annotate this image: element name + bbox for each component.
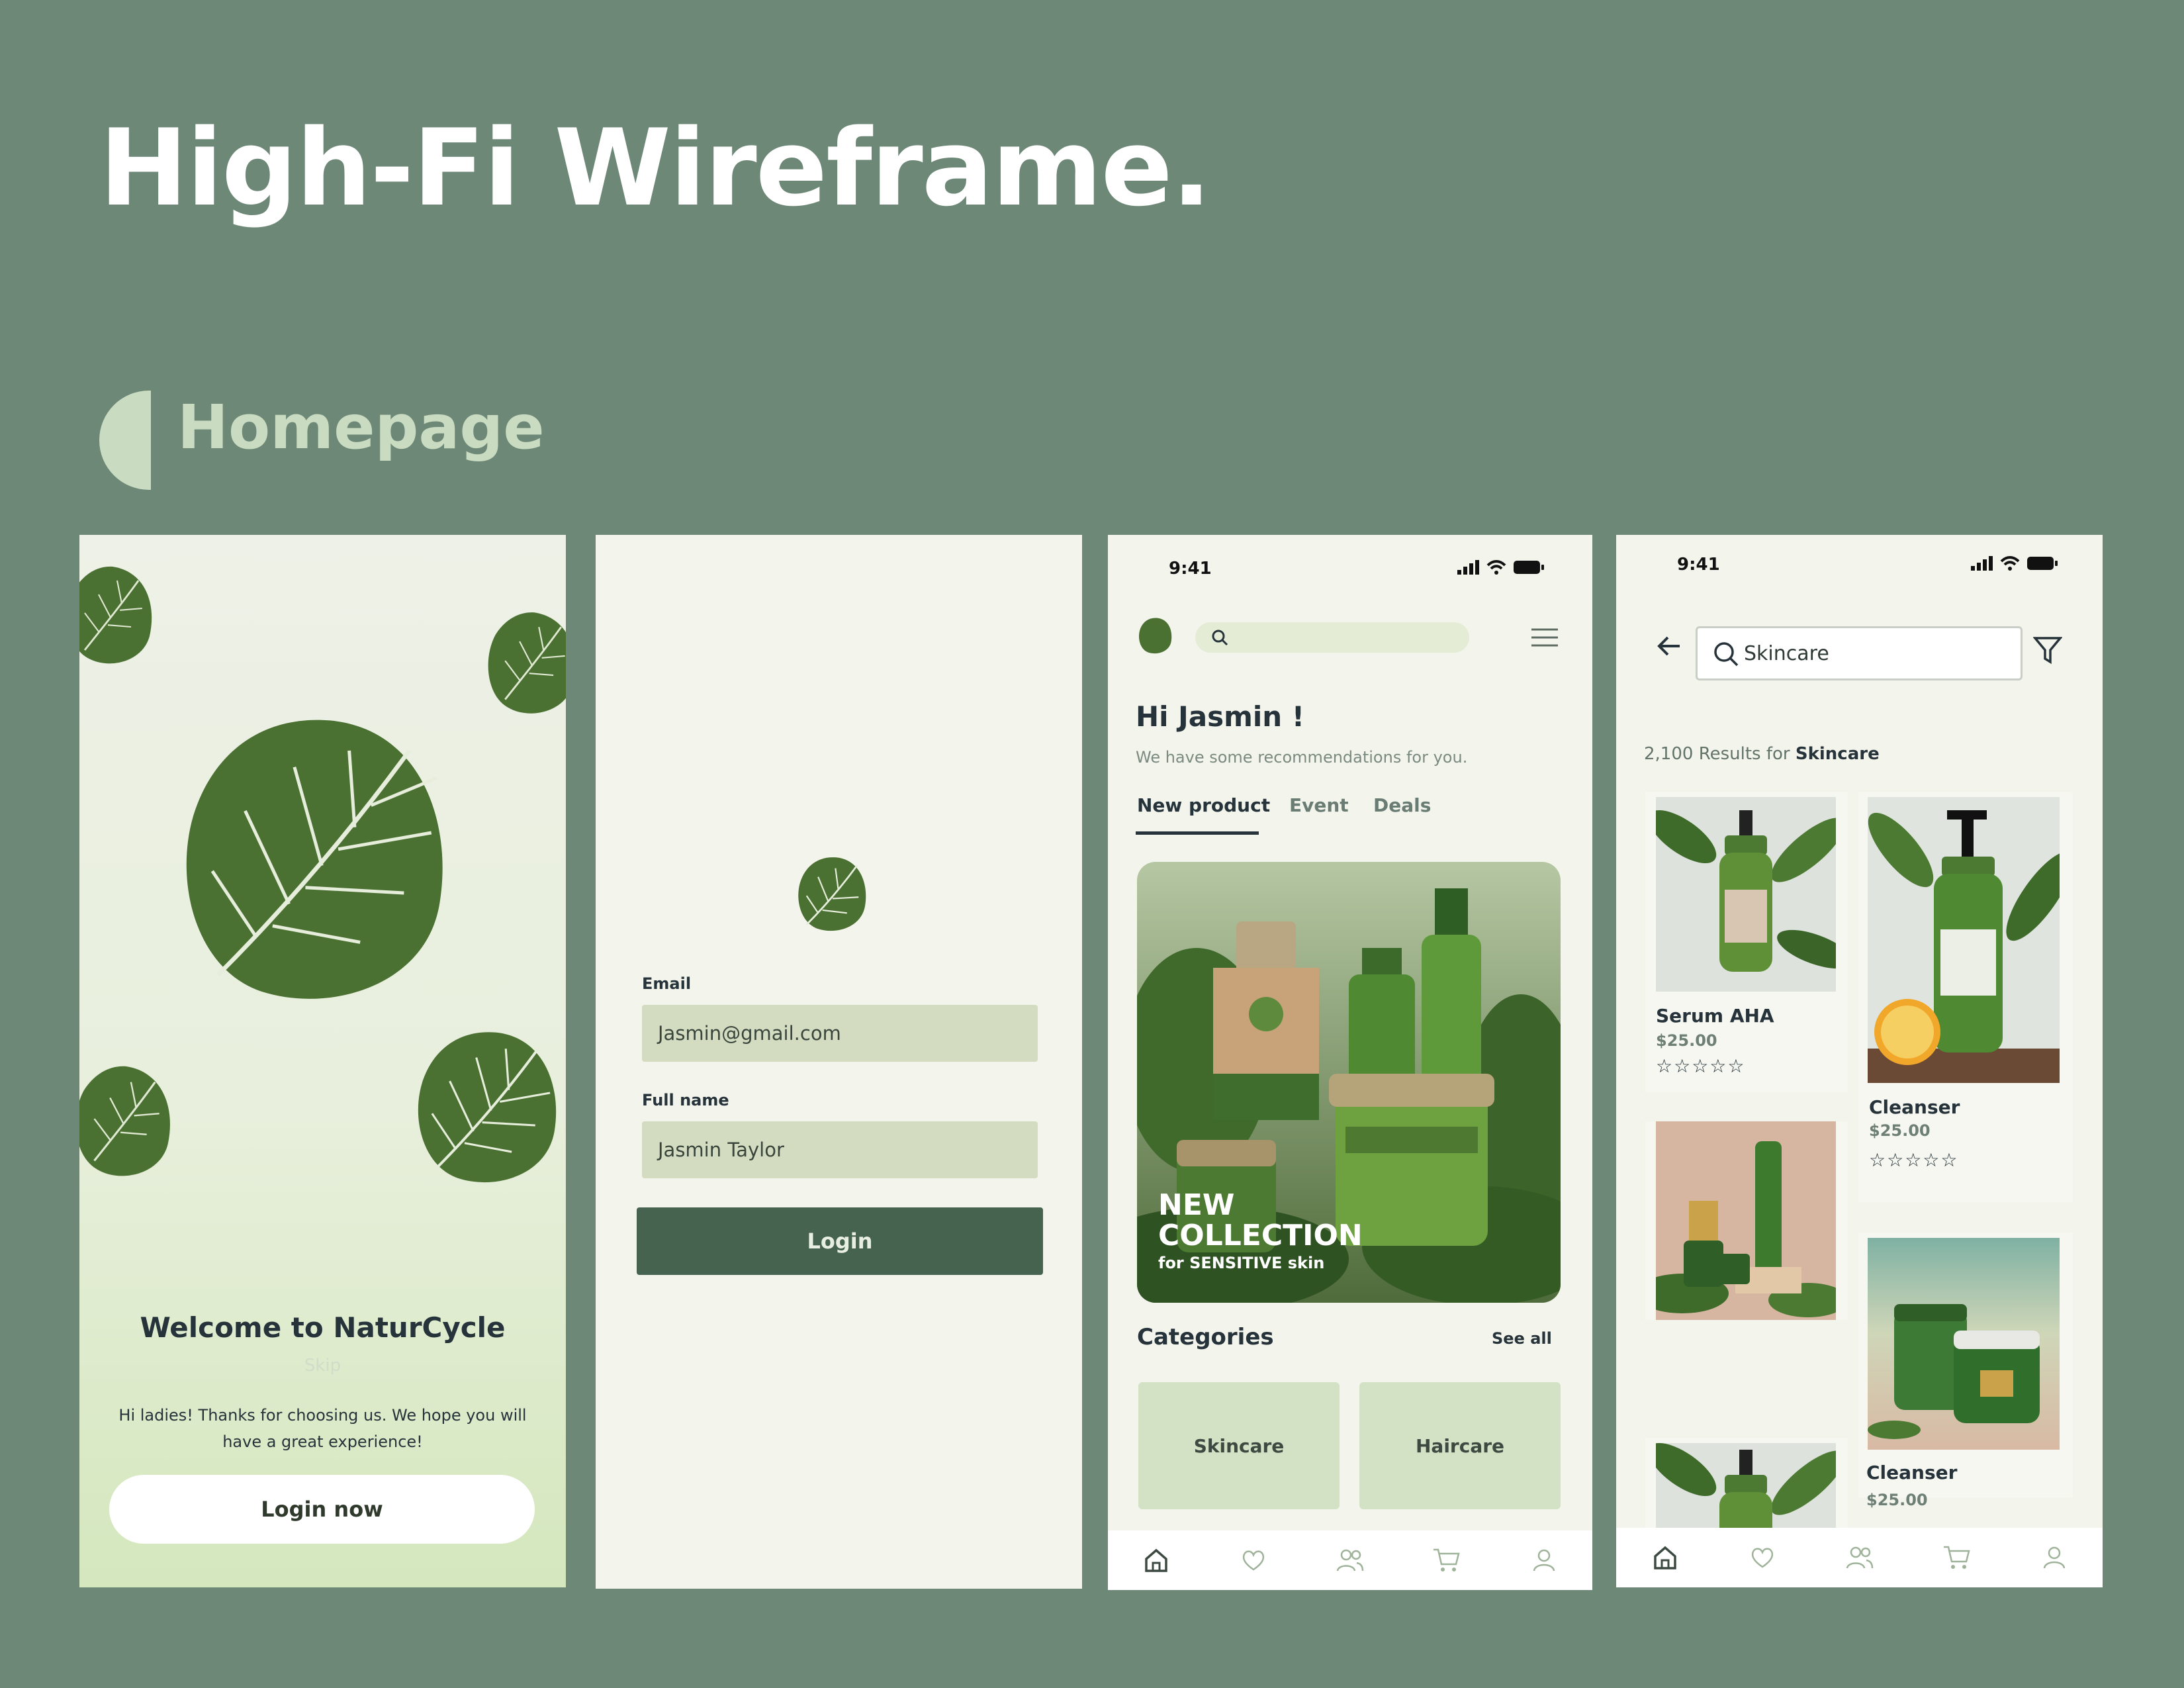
tab-event[interactable]: Event <box>1289 794 1349 816</box>
email-label: Email <box>642 974 692 993</box>
welcome-title: Welcome to NaturCycle <box>140 1311 506 1344</box>
rating-stars[interactable]: ☆☆☆☆☆ <box>1656 1055 1746 1077</box>
leaf-icon <box>488 612 566 714</box>
rating-stars[interactable]: ☆☆☆☆☆ <box>1869 1149 1959 1171</box>
tab-deals[interactable]: Deals <box>1373 794 1431 816</box>
wifi-icon <box>2000 556 2020 571</box>
full-name-label: Full name <box>642 1091 729 1109</box>
profile-icon[interactable] <box>2037 1540 2071 1575</box>
category-skincare[interactable]: Skincare <box>1138 1382 1340 1509</box>
search-bar[interactable] <box>1195 622 1469 653</box>
product-card[interactable]: Cleanser $25.00 ☆☆☆☆☆ <box>1858 792 2073 1202</box>
category-haircare[interactable]: Haircare <box>1359 1382 1561 1509</box>
active-tab-indicator <box>1136 831 1259 835</box>
search-icon <box>1714 642 1739 667</box>
leaf-icon <box>418 1032 557 1183</box>
product-card[interactable] <box>1645 1121 1848 1320</box>
home-icon[interactable] <box>1648 1540 1682 1575</box>
search-input[interactable]: Skincare <box>1696 626 2023 680</box>
results-count: 2,100 Results for Skincare <box>1644 744 1880 764</box>
signal-icon <box>1457 560 1479 575</box>
status-icons <box>1971 556 2058 571</box>
search-icon <box>1212 630 1228 646</box>
logo-leaf-icon <box>798 857 866 931</box>
product-image <box>1868 797 2060 1083</box>
section-marker <box>99 391 151 490</box>
product-card[interactable]: Serum AHA $25.00 ☆☆☆☆☆ <box>1645 792 1848 1092</box>
cart-icon[interactable] <box>1940 1540 1974 1575</box>
cart-icon[interactable] <box>1430 1543 1464 1577</box>
tab-new-product[interactable]: New product <box>1137 794 1270 816</box>
section-title: Homepage <box>177 392 545 463</box>
wifi-icon <box>1486 560 1506 575</box>
welcome-screen: Welcome to NaturCycle Skip Hi ladies! Th… <box>79 535 566 1587</box>
battery-icon <box>1514 561 1544 574</box>
greeting: Hi Jasmin ! <box>1136 700 1304 733</box>
leaf-icon <box>79 1066 170 1176</box>
signal-icon <box>1971 556 1993 571</box>
profile-icon[interactable] <box>1527 1543 1561 1577</box>
login-button[interactable]: Login <box>637 1207 1043 1275</box>
product-image <box>1656 1443 1836 1530</box>
bottom-nav <box>1108 1530 1592 1590</box>
filter-icon[interactable] <box>2033 635 2062 665</box>
bottom-nav <box>1616 1528 2103 1587</box>
product-name: Serum AHA <box>1656 1005 1774 1027</box>
product-price: $25.00 <box>1656 1031 1717 1050</box>
page-title: High-Fi Wireframe. <box>99 106 1212 230</box>
leaf-icon <box>186 720 443 999</box>
status-time: 9:41 <box>1169 559 1212 579</box>
product-name: Cleanser <box>1866 1462 1958 1483</box>
community-icon[interactable] <box>1843 1540 1877 1575</box>
product-price: $25.00 <box>1866 1491 1928 1509</box>
product-card[interactable] <box>1858 1233 2073 1497</box>
greeting-subtitle: We have some recommendations for you. <box>1136 748 1468 767</box>
back-arrow-icon[interactable] <box>1656 634 1682 658</box>
status-time: 9:41 <box>1677 555 1720 575</box>
hero-banner[interactable]: NEW COLLECTION for SENSITIVE skin <box>1137 862 1561 1303</box>
email-field[interactable]: Jasmin@gmail.com <box>642 1005 1038 1062</box>
product-name: Cleanser <box>1869 1096 1960 1118</box>
product-image <box>1656 797 1836 992</box>
categories-title: Categories <box>1137 1324 1274 1350</box>
menu-icon[interactable] <box>1531 628 1558 647</box>
heart-icon[interactable] <box>1236 1543 1271 1577</box>
leaf-icon <box>79 566 152 664</box>
login-now-button[interactable]: Login now <box>109 1475 535 1544</box>
login-screen: Email Jasmin@gmail.com Full name Jasmin … <box>596 535 1082 1589</box>
community-icon[interactable] <box>1333 1543 1367 1577</box>
product-price: $25.00 <box>1869 1121 1931 1140</box>
product-image <box>1656 1121 1836 1320</box>
home-screen: 9:41 Hi Jasmin ! We have some recommenda… <box>1108 535 1592 1590</box>
status-icons <box>1457 560 1545 575</box>
product-card[interactable] <box>1645 1438 1848 1530</box>
see-all-link[interactable]: See all <box>1492 1329 1552 1348</box>
hero-subtitle: for SENSITIVE skin <box>1158 1254 1325 1272</box>
hero-title: NEW COLLECTION <box>1158 1188 1363 1252</box>
home-icon[interactable] <box>1139 1543 1173 1577</box>
heart-icon[interactable] <box>1745 1540 1780 1575</box>
battery-icon <box>2027 557 2058 570</box>
skip-link[interactable]: Skip <box>79 1356 566 1376</box>
welcome-message: Hi ladies! Thanks for choosing us. We ho… <box>118 1406 527 1451</box>
product-image <box>1868 1238 2060 1450</box>
search-results-screen: 9:41 Skincare 2,100 Results for Skincare… <box>1616 535 2103 1587</box>
logo-leaf-icon[interactable] <box>1137 617 1174 655</box>
full-name-field[interactable]: Jasmin Taylor <box>642 1121 1038 1178</box>
